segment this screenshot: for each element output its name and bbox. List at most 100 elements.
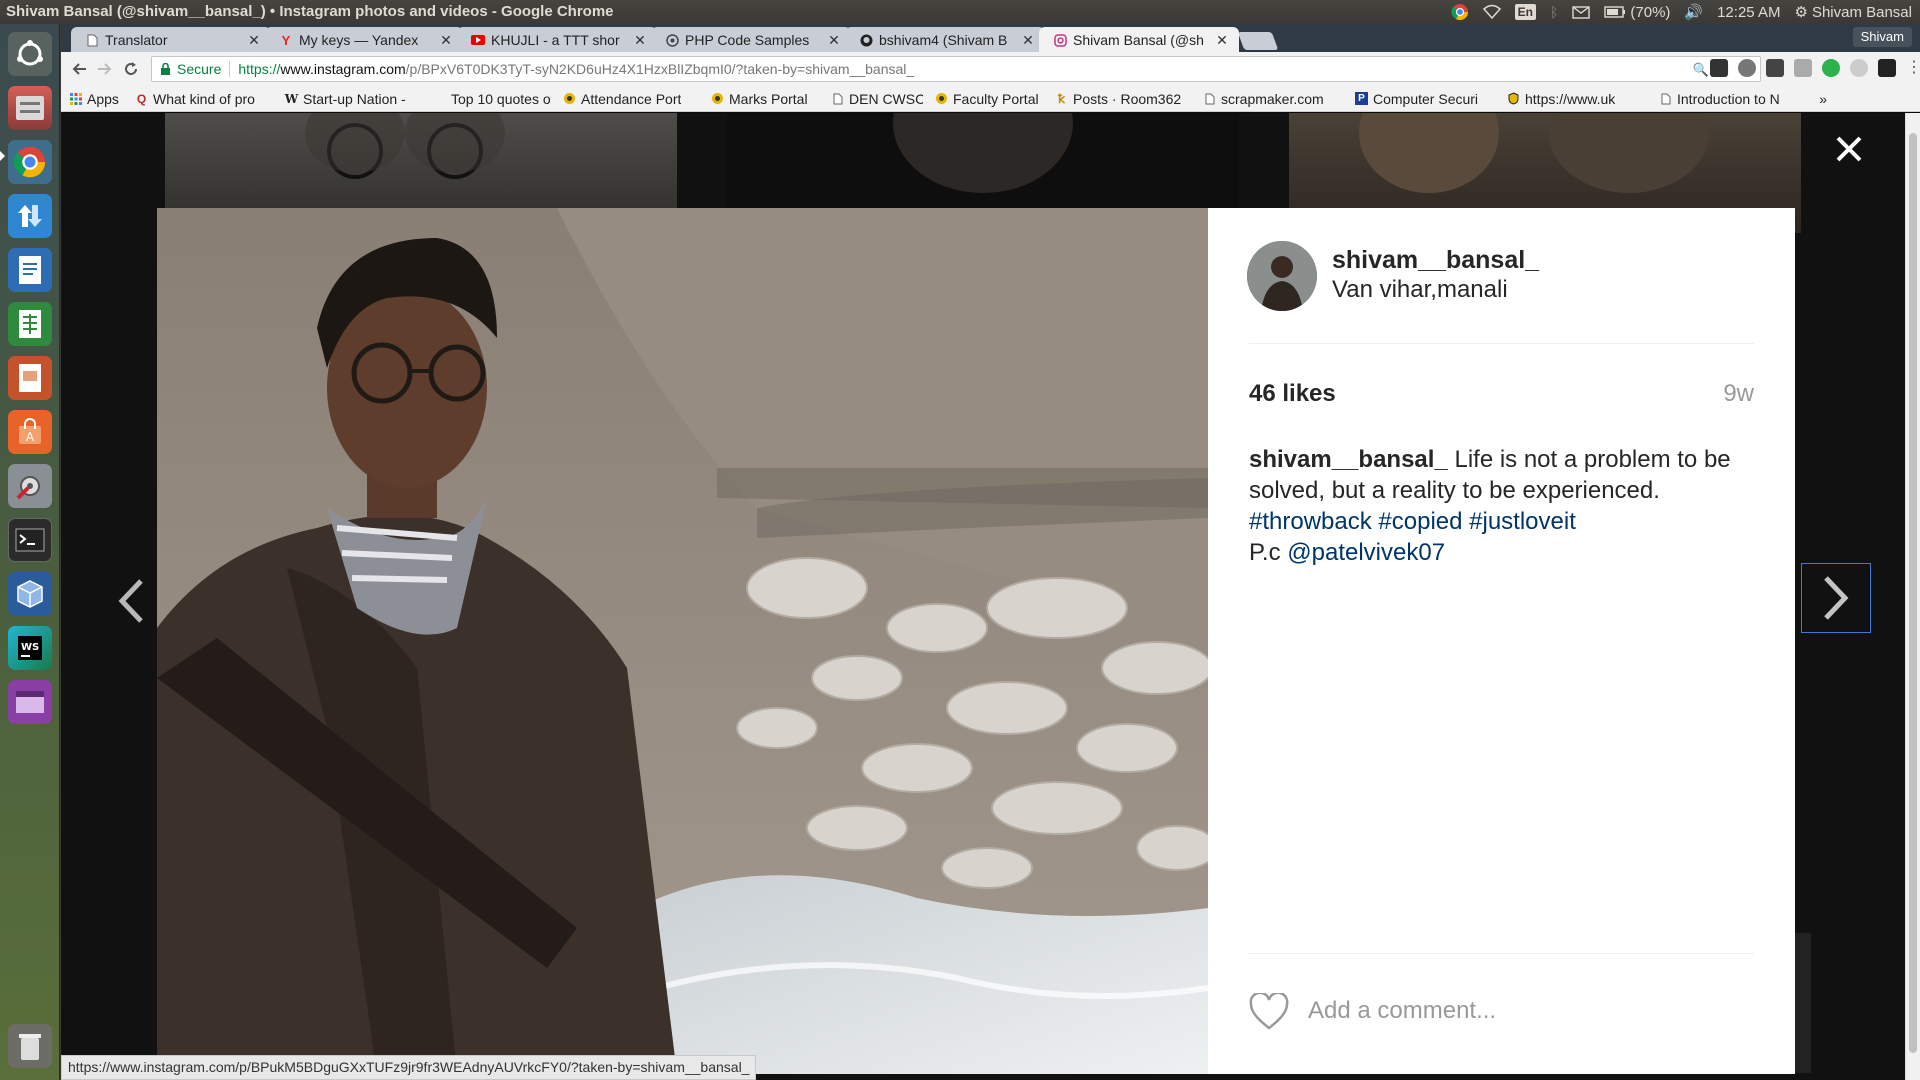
college-icon: [563, 92, 576, 105]
post-caption: shivam__bansal_ Life is not a problem to…: [1249, 444, 1754, 568]
forward-button[interactable]: [93, 57, 117, 81]
back-arrow-icon: [72, 63, 86, 75]
bookmarks-overflow-button[interactable]: »: [1793, 91, 1833, 107]
bookmark-item[interactable]: Top 10 quotes of: [427, 91, 557, 107]
spy-extension-icon[interactable]: [1710, 59, 1728, 77]
likes-count[interactable]: 46 likes: [1249, 380, 1336, 408]
incognito-extension-icon[interactable]: [1878, 59, 1896, 77]
bookmark-item[interactable]: Marks Portal: [705, 91, 825, 107]
tab-close-icon[interactable]: ✕: [1021, 32, 1035, 49]
bookmark-item[interactable]: https://www.uk: [1501, 91, 1653, 107]
session-indicator[interactable]: ⚙ Shivam Bansal: [1794, 2, 1912, 22]
post-age[interactable]: 9w: [1723, 380, 1754, 408]
launcher-dash-button[interactable]: [8, 32, 52, 76]
scrollbar-thumb[interactable]: [1909, 133, 1917, 1053]
tab-translator[interactable]: Translator ✕: [71, 27, 271, 53]
tab-yandex[interactable]: Y My keys — Yandex ✕: [265, 27, 463, 53]
blank-icon: [433, 92, 446, 105]
tab-youtube[interactable]: KHUJLI - a TTT shor ✕: [457, 27, 657, 53]
wifi-icon: [1482, 4, 1501, 20]
keyboard-indicator[interactable]: En: [1514, 2, 1536, 22]
mention-link[interactable]: @patelvivek07: [1287, 539, 1445, 566]
comment-input[interactable]: [1308, 986, 1748, 1036]
tab-github[interactable]: bshivam4 (Shivam B ✕: [845, 27, 1045, 53]
bookmark-item[interactable]: Attendance Port: [557, 91, 705, 107]
bookmark-item[interactable]: W Start-up Nation -: [279, 91, 427, 107]
launcher-webstorm-button[interactable]: WS: [8, 626, 52, 670]
launcher-files-button[interactable]: [8, 86, 52, 130]
tab-close-icon[interactable]: ✕: [633, 32, 647, 49]
launcher-writer-button[interactable]: [8, 248, 52, 292]
sync-extension-icon[interactable]: [1738, 59, 1756, 77]
launcher-settings-button[interactable]: [8, 464, 52, 508]
launcher-terminal-button[interactable]: [8, 518, 52, 562]
wiki-icon: W: [284, 91, 299, 106]
yandex-icon: Y: [281, 32, 291, 48]
bookmark-item[interactable]: DEN CWSC: [825, 91, 929, 107]
new-extension-icon[interactable]: [1822, 59, 1840, 77]
launcher-updater-button[interactable]: [8, 194, 52, 238]
launcher-software-center-button[interactable]: A: [8, 410, 52, 454]
bookmark-item[interactable]: scrapmaker.com: [1197, 91, 1349, 107]
bookmark-item[interactable]: Q What kind of pro: [129, 91, 279, 107]
reload-button[interactable]: [119, 57, 143, 81]
tab-php[interactable]: PHP Code Samples ✕: [651, 27, 851, 53]
previous-post-button[interactable]: [111, 571, 151, 631]
tab-close-icon[interactable]: ✕: [1215, 32, 1229, 49]
bookmark-item[interactable]: Introduction to N: [1653, 91, 1793, 107]
profile-button[interactable]: Shivam: [1852, 27, 1912, 47]
tab-close-icon[interactable]: ✕: [439, 32, 453, 49]
caption-username-link[interactable]: shivam__bansal_: [1249, 446, 1448, 473]
hashtag-link[interactable]: #copied: [1378, 508, 1462, 535]
chrome-indicator[interactable]: [1451, 2, 1469, 22]
tab-close-icon[interactable]: ✕: [247, 32, 261, 49]
new-tab-button[interactable]: [1237, 32, 1279, 50]
clock[interactable]: 12:25 AM: [1717, 2, 1780, 22]
mail-indicator[interactable]: [1572, 2, 1591, 22]
page-icon: [1659, 92, 1672, 105]
instagram-icon: [1053, 33, 1067, 47]
bookmark-apps[interactable]: Apps: [61, 91, 129, 107]
post-username-link[interactable]: shivam__bansal_: [1332, 246, 1539, 275]
volume-indicator[interactable]: 🔊: [1684, 2, 1703, 22]
bluetooth-indicator[interactable]: ᛒ: [1550, 2, 1558, 22]
zoom-icon[interactable]: 🔍: [1692, 62, 1708, 80]
next-post-button[interactable]: [1801, 563, 1871, 633]
wrench-gear-icon: [16, 476, 40, 500]
hashtag-link[interactable]: #justloveit: [1469, 508, 1576, 535]
bookmark-item[interactable]: P Computer Securi: [1349, 91, 1501, 107]
unity-launcher: A WS: [0, 24, 60, 1080]
bookmark-item[interactable]: Faculty Portal: [929, 91, 1049, 107]
battery-indicator[interactable]: (70%): [1604, 2, 1670, 22]
launcher-window-button[interactable]: [8, 680, 52, 724]
blank-extension-icon[interactable]: [1850, 59, 1868, 77]
tab-close-icon[interactable]: ✕: [827, 32, 841, 49]
post-photo[interactable]: [157, 208, 1208, 1074]
close-modal-button[interactable]: [1831, 131, 1867, 167]
launcher-impress-button[interactable]: [8, 356, 52, 400]
vpn-extension-icon[interactable]: [1794, 59, 1812, 77]
back-button[interactable]: [67, 57, 91, 81]
wifi-indicator[interactable]: [1482, 2, 1501, 22]
page-scrollbar[interactable]: [1905, 113, 1920, 1080]
launcher-virtualbox-button[interactable]: [8, 572, 52, 616]
like-button[interactable]: [1248, 993, 1290, 1031]
launcher-calc-button[interactable]: [8, 302, 52, 346]
browser-toolbar: Secure https:// www.instagram.com /p/BPx…: [61, 52, 1920, 86]
volume-icon: 🔊: [1684, 4, 1704, 21]
page-viewport: shivam__bansal_ Van vihar,manali 46 like…: [61, 113, 1920, 1080]
post-photo-illustration: [157, 208, 1208, 1074]
launcher-trash-button[interactable]: [8, 1024, 52, 1068]
bookmark-item[interactable]: ꝁ Posts · Room362: [1049, 91, 1197, 107]
updown-arrows-icon: [18, 205, 42, 227]
launcher-chrome-button[interactable]: [8, 140, 52, 184]
chrome-menu-icon[interactable]: ⋮: [1906, 60, 1920, 76]
avatar[interactable]: [1247, 241, 1317, 311]
screenshot-extension-icon[interactable]: [1766, 59, 1784, 77]
post-location-link[interactable]: Van vihar,manali: [1332, 276, 1508, 304]
tab-instagram[interactable]: Shivam Bansal (@sh ✕: [1039, 27, 1239, 53]
url-path: /p/BPxV6T0DK3TyT-syN2KD6uHz4X1HzxBlIZbqm…: [405, 61, 915, 77]
hashtag-link[interactable]: #throwback: [1249, 508, 1372, 535]
url-scheme: https://: [238, 61, 281, 77]
address-bar[interactable]: Secure https:// www.instagram.com /p/BPx…: [151, 56, 1761, 82]
